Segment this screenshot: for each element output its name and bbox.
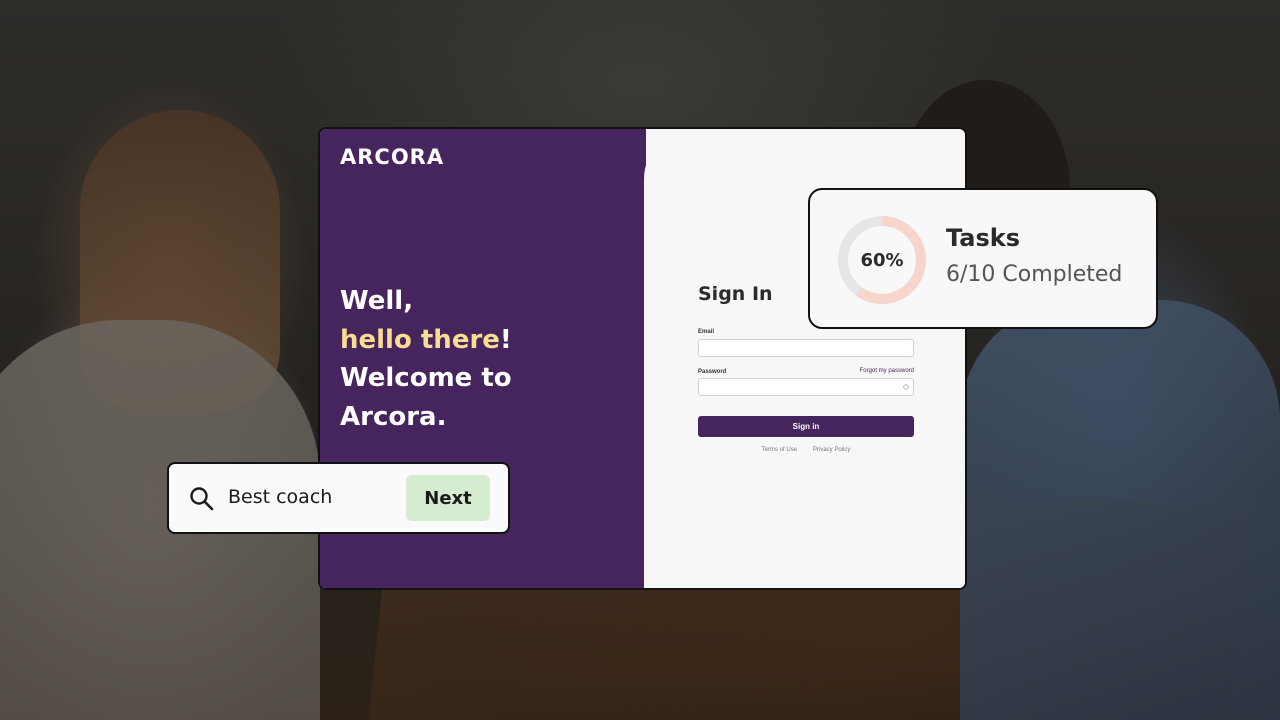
privacy-link[interactable]: Privacy Policy bbox=[813, 447, 850, 453]
password-field[interactable]: ◇ bbox=[698, 378, 914, 396]
arcora-logo: ARCORA bbox=[340, 145, 445, 169]
tasks-widget: 60% Tasks 6/10 Completed bbox=[808, 188, 1158, 329]
email-field[interactable] bbox=[698, 339, 914, 357]
search-widget: Best coach Next bbox=[167, 462, 510, 534]
tasks-title: Tasks bbox=[946, 224, 1021, 252]
email-label: Email bbox=[698, 329, 715, 335]
welcome-line-3: Welcome to bbox=[340, 363, 512, 393]
background-person-right bbox=[960, 300, 1280, 720]
tasks-completed: 6/10 Completed bbox=[946, 262, 1123, 287]
show-password-icon[interactable]: ◇ bbox=[903, 382, 909, 391]
tasks-percent: 60% bbox=[860, 249, 904, 271]
search-input[interactable]: Best coach bbox=[228, 486, 332, 508]
welcome-heading: Well, hello there! Welcome to Arcora. bbox=[340, 282, 512, 436]
welcome-line-2: hello there! bbox=[340, 321, 512, 360]
welcome-line-4: Arcora. bbox=[340, 401, 447, 432]
signin-button[interactable]: Sign in bbox=[698, 416, 914, 437]
welcome-highlight: hello there bbox=[340, 324, 500, 355]
terms-link[interactable]: Terms of Use bbox=[762, 447, 797, 453]
footer-links: Terms of Use Privacy Policy bbox=[698, 447, 914, 453]
forgot-password-link[interactable]: Forgot my password bbox=[860, 368, 914, 374]
next-button[interactable]: Next bbox=[406, 475, 490, 521]
welcome-exclaim: ! bbox=[499, 324, 512, 355]
search-icon bbox=[190, 487, 214, 511]
signin-title: Sign In bbox=[698, 283, 773, 305]
welcome-line-1: Well, bbox=[340, 286, 414, 316]
password-label: Password bbox=[698, 369, 727, 375]
